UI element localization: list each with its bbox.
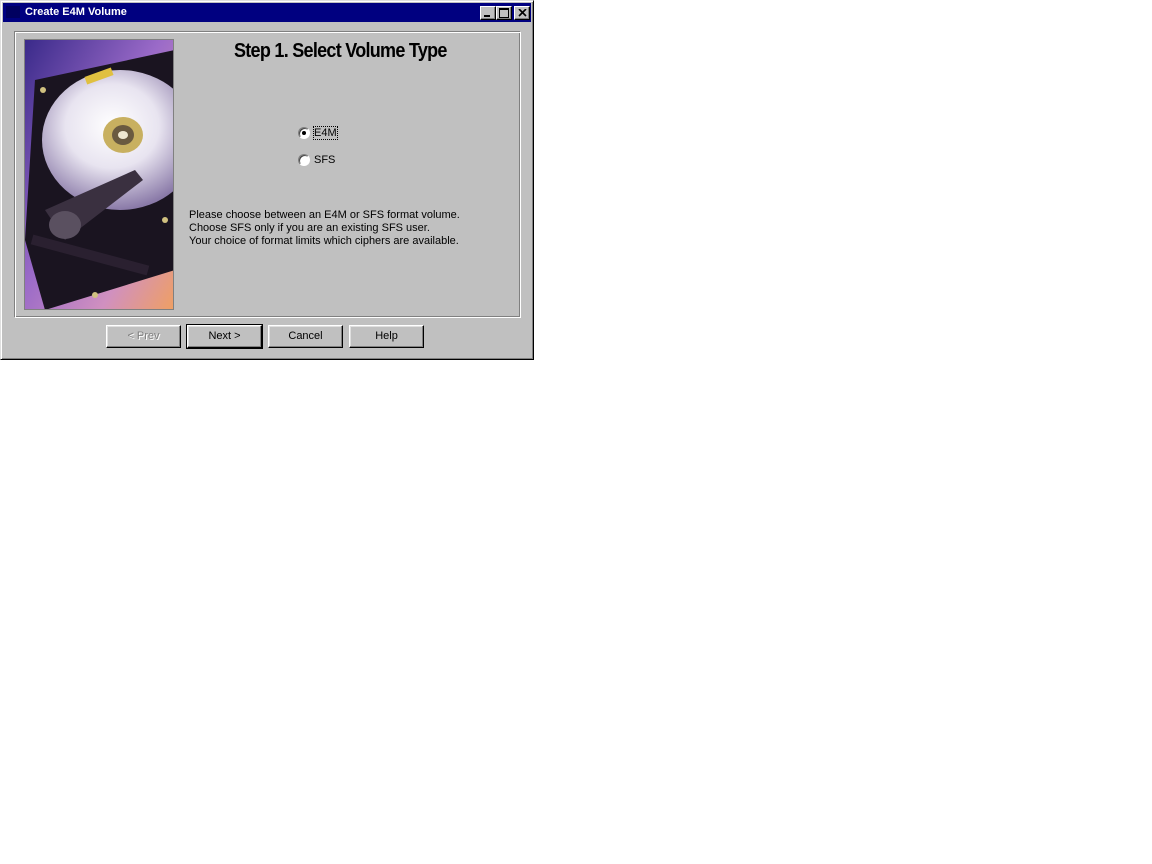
app-icon [6,6,20,18]
hard-drive-image [24,39,174,310]
radio-e4m[interactable] [298,127,310,139]
close-icon[interactable] [514,6,530,20]
description-line: Your choice of format limits which ciphe… [189,235,459,247]
radio-label-e4m[interactable]: E4M [313,126,338,140]
radio-label-sfs[interactable]: SFS [314,154,335,166]
maximize-icon[interactable] [496,6,512,20]
window-title: Create E4M Volume [25,6,127,18]
radio-sfs[interactable] [298,154,310,166]
description-line: Please choose between an E4M or SFS form… [189,209,460,221]
title-bar[interactable]: Create E4M Volume [3,3,531,22]
page-title: Step 1. Select Volume Type [234,40,447,62]
description-line: Choose SFS only if you are an existing S… [189,222,430,234]
create-volume-window: Create E4M Volume Step 1. Select Volume … [0,0,534,360]
cancel-button[interactable]: Cancel [268,325,343,348]
next-button[interactable]: Next > [186,324,263,349]
radio-selected-dot [302,131,306,135]
minimize-icon[interactable] [480,6,496,20]
help-button[interactable]: Help [349,325,424,348]
prev-button[interactable]: < Prev [106,325,181,348]
description-text: Please choose between an E4M or SFS form… [189,209,460,248]
